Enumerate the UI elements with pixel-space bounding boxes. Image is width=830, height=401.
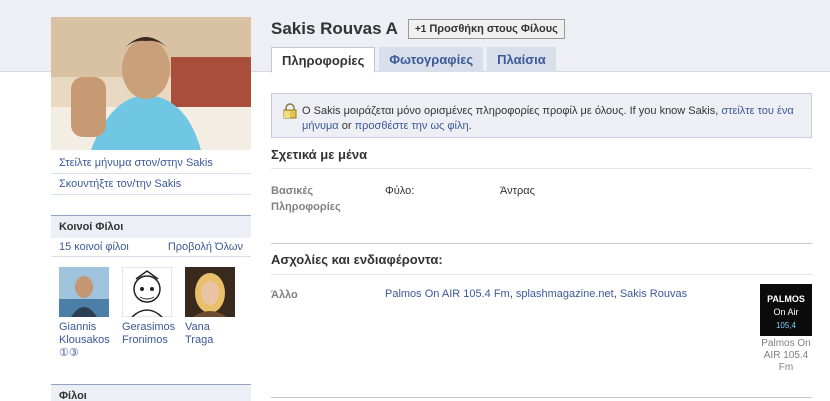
- other-label: Άλλο: [271, 289, 298, 301]
- friend-avatar[interactable]: [185, 267, 235, 317]
- interest-link[interactable]: Palmos On AIR 105.4 Fm: [385, 288, 510, 300]
- add-friend-notice-link[interactable]: προσθέστε την ως φίλη: [355, 120, 469, 132]
- left-column: Στείλτε μήνυμα στον/στην Sakis Σκουντήξτ…: [51, 17, 251, 401]
- add-friend-icon: +1: [414, 23, 427, 35]
- friend-name[interactable]: Gerasimos Fronimos: [122, 321, 175, 346]
- tab-photos[interactable]: Φωτογραφίες: [379, 47, 484, 72]
- view-all-link[interactable]: Προβολή Όλων: [168, 241, 243, 253]
- mutual-friends-title: Κοινοί Φίλοι: [51, 215, 251, 238]
- tab-info[interactable]: Πληροφορίες: [271, 47, 376, 73]
- profile-name: Sakis Rouvas A: [271, 19, 398, 38]
- poke-link[interactable]: Σκουντήξτε τον/την Sakis: [51, 174, 251, 195]
- gender-label: Φύλο:: [385, 185, 415, 197]
- mutual-friends-box: Κοινοί Φίλοι 15 κοινοί φίλοι Προβολή Όλω…: [51, 215, 251, 366]
- divider: [271, 274, 812, 275]
- logo-text-bot: 105,4: [776, 321, 797, 330]
- gender-value: Άντρας: [500, 185, 535, 197]
- interest-link[interactable]: splashmagazine.net: [516, 288, 614, 300]
- privacy-notice: Ο Sakis μοιράζεται μόνο ορισμένες πληροφ…: [271, 93, 812, 138]
- friend-name[interactable]: Vana Traga: [185, 321, 213, 346]
- basic-info-label: Βασικές Πληροφορίες: [271, 185, 341, 213]
- friend-avatar[interactable]: [59, 267, 109, 317]
- profile-photo-image: [51, 17, 251, 150]
- mutual-friends-count[interactable]: 15 κοινοί φίλοι: [59, 241, 129, 253]
- profile-header: Sakis Rouvas A +1 Προσθήκη στους Φίλους: [271, 17, 811, 41]
- add-friend-label: Προσθήκη στους Φίλους: [429, 23, 558, 35]
- interests-list: Palmos On AIR 105.4 Fm, splashmagazine.n…: [385, 288, 688, 300]
- divider: [271, 243, 812, 244]
- interest-link[interactable]: Sakis Rouvas: [620, 288, 687, 300]
- friend-avatar[interactable]: [122, 267, 172, 317]
- send-message-link[interactable]: Στείλτε μήνυμα στον/στην Sakis: [51, 153, 251, 174]
- lock-icon: [283, 103, 297, 119]
- friend-name[interactable]: Giannis Klousakos ①③: [59, 321, 110, 359]
- divider: [271, 168, 812, 169]
- logo-text-mid: On Air: [773, 307, 798, 317]
- interest-thumbnail[interactable]: PALMOS On Air 105,4: [760, 284, 812, 336]
- radio-logo-image: PALMOS On Air 105,4: [760, 284, 812, 336]
- about-title: Σχετικά με μένα: [271, 147, 368, 162]
- notice-text: Ο Sakis μοιράζεται μόνο ορισμένες πληροφ…: [302, 105, 722, 117]
- tab-boxes[interactable]: Πλαίσια: [487, 47, 556, 72]
- friend-item[interactable]: Gerasimos Fronimos: [122, 267, 175, 360]
- add-friend-button[interactable]: +1 Προσθήκη στους Φίλους: [407, 19, 565, 39]
- profile-picture[interactable]: [51, 17, 251, 150]
- thumbnail-caption[interactable]: Palmos On AIR 105.4 Fm: [760, 338, 812, 374]
- interests-title: Ασχολίες και ενδιαφέροντα:: [271, 252, 443, 267]
- profile-tabs: Πληροφορίες Φωτογραφίες Πλαίσια: [271, 47, 556, 73]
- logo-text-top: PALMOS: [767, 294, 805, 304]
- divider: [271, 397, 812, 398]
- friends-box-title: Φίλοι: [51, 384, 251, 401]
- friend-item[interactable]: Vana Traga: [185, 267, 235, 360]
- friend-item[interactable]: Giannis Klousakos ①③: [59, 267, 110, 360]
